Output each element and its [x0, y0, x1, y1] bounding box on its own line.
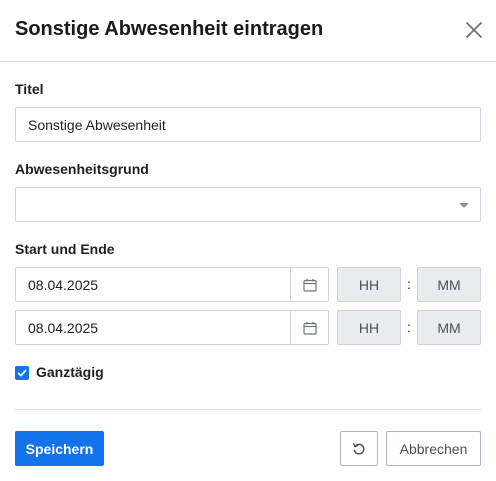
footer-divider: [15, 409, 481, 410]
reset-button[interactable]: [340, 431, 378, 466]
calendar-icon: [302, 278, 317, 292]
start-date-value: 08.04.2025: [28, 277, 99, 293]
all-day-label[interactable]: Ganztägig: [36, 364, 104, 380]
all-day-checkbox[interactable]: [15, 366, 29, 380]
caret-down-icon: [459, 203, 469, 208]
checkmark-icon: [17, 369, 27, 377]
time-separator: :: [407, 319, 411, 335]
calendar-icon: [302, 321, 317, 335]
reason-label: Abwesenheitsgrund: [15, 161, 149, 177]
reason-select[interactable]: [15, 187, 481, 222]
start-minute-input[interactable]: MM: [417, 267, 481, 302]
cancel-button[interactable]: Abbrechen: [386, 431, 481, 466]
reset-icon: [352, 442, 365, 455]
end-hour-input[interactable]: HH: [337, 310, 401, 345]
title-input[interactable]: [15, 107, 481, 142]
end-date-value: 08.04.2025: [28, 320, 99, 336]
title-label: Titel: [15, 81, 44, 97]
close-icon: [466, 22, 482, 38]
dialog-header: Sonstige Abwesenheit eintragen: [0, 0, 496, 62]
time-separator: :: [407, 276, 411, 292]
close-button[interactable]: [462, 18, 486, 42]
dialog-title: Sonstige Abwesenheit eintragen: [15, 18, 324, 40]
start-calendar-button[interactable]: [290, 268, 328, 301]
start-date-input[interactable]: 08.04.2025: [15, 267, 329, 302]
save-button[interactable]: Speichern: [15, 431, 104, 466]
start-end-label: Start und Ende: [15, 241, 115, 257]
end-date-input[interactable]: 08.04.2025: [15, 310, 329, 345]
end-minute-input[interactable]: MM: [417, 310, 481, 345]
start-hour-input[interactable]: HH: [337, 267, 401, 302]
end-calendar-button[interactable]: [290, 311, 328, 344]
